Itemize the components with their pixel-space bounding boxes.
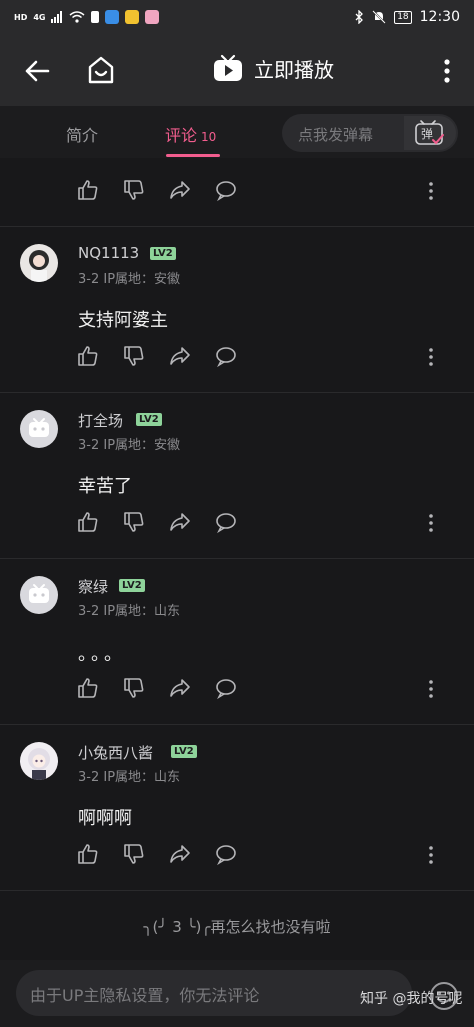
level-badge: LV2 [119,579,145,592]
play-now-label: 立即播放 [254,57,334,82]
reply-bubble-icon[interactable] [214,344,238,368]
comment-actions [76,344,238,368]
share-icon[interactable] [168,510,192,534]
tab-comments-label: 评论 [165,126,198,145]
comment-text: 幸苦了 [78,476,132,497]
level-badge: LV2 [150,247,176,260]
thumbs-up-icon[interactable] [76,178,100,202]
avatar-girl-image [29,250,49,282]
reply-bubble-icon[interactable] [214,510,238,534]
comments-count: 10 [201,130,217,144]
play-now-button[interactable]: 立即播放 [212,52,334,84]
thumbs-up-icon[interactable] [76,510,100,534]
default-tv-avatar-icon [29,418,49,437]
comment-meta: 3-2 IP属地：山东 [78,770,181,785]
bottom-comment-bar: 由于UP主隐私设置，你无法评论 知乎 @我的号呢 [0,960,474,1027]
comment-more-icon[interactable] [424,512,438,534]
level-badge: LV2 [136,413,162,426]
reply-bubble-icon[interactable] [214,842,238,866]
comment-item: 打全场 LV2 3-2 IP属地：安徽 幸苦了 [0,392,474,559]
share-icon[interactable] [168,178,192,202]
danmaku-placeholder: 点我发弹幕 [298,126,374,144]
active-tab-indicator [166,154,220,157]
comment-meta: 3-2 IP属地：安徽 [78,272,181,287]
end-of-list-text: ╮(╯ 3 ╰)╭再怎么找也没有啦 [143,918,331,936]
avatar[interactable] [20,742,58,780]
top-nav-bar: 立即播放 [0,34,474,106]
danmaku-button-text: 弹 [421,127,434,141]
comment-input-disabled[interactable]: 由于UP主隐私设置，你无法评论 [16,970,412,1016]
hd-indicator: HD [14,12,28,22]
tab-intro[interactable]: 简介 [66,122,98,146]
share-icon[interactable] [168,842,192,866]
home-icon[interactable] [86,54,116,86]
comment-list[interactable]: NQ1113 LV2 3-2 IP属地：安徽 支持阿婆主 打全场 LV2 3-2… [0,158,474,960]
bluetooth-icon [355,10,364,24]
thumbs-up-icon[interactable] [76,344,100,368]
comment-text: 支持阿婆主 [78,310,168,331]
reply-bubble-icon[interactable] [214,676,238,700]
signal-icon [51,11,63,23]
comment-actions [76,178,238,202]
more-vertical-icon[interactable] [436,56,458,86]
comment-more-icon[interactable] [424,180,438,202]
reply-bubble-icon[interactable] [214,178,238,202]
comment-actions [76,676,238,700]
wifi-icon [69,11,85,23]
comment-item: 察绿 LV2 3-2 IP属地：山东 。。。 [0,558,474,725]
thumbs-up-icon[interactable] [76,842,100,866]
status-time: 12:30 [419,9,460,25]
tab-comments[interactable]: 评论 10 [165,122,216,146]
comment-meta: 3-2 IP属地：安徽 [78,438,181,453]
mute-bell-icon [372,10,386,24]
share-icon[interactable] [168,344,192,368]
share-icon[interactable] [168,676,192,700]
comment-actions [76,842,238,866]
comment-username[interactable]: 打全场 [78,410,123,431]
back-arrow-icon[interactable] [22,56,52,86]
comment-text: 啊啊啊 [78,808,132,829]
default-tv-avatar-icon [29,584,49,603]
avatar[interactable] [20,410,58,448]
sim-icon [91,11,100,23]
comment-more-icon[interactable] [424,346,438,368]
level-badge: LV2 [171,745,197,758]
comment-text: 。。。 [78,644,126,665]
tv-play-icon [214,54,242,81]
avatar[interactable] [20,244,58,282]
status-bar: HD 4G 18 12:30 [0,0,474,34]
comment-more-icon[interactable] [424,678,438,700]
thumbs-down-icon[interactable] [122,676,146,700]
thumbs-up-icon[interactable] [76,676,100,700]
app-notification-icon-pink [145,10,160,24]
app-notification-icon-yellow [125,10,140,24]
comment-item: NQ1113 LV2 3-2 IP属地：安徽 支持阿婆主 [0,226,474,393]
battery-level: 18 [394,10,412,24]
network-type: 4G [33,12,46,22]
comment-actions [76,510,238,534]
comment-item: 小兔西八酱 LV2 3-2 IP属地：山东 啊啊啊 [0,724,474,891]
comment-more-icon[interactable] [424,844,438,866]
comment-meta: 3-2 IP属地：山东 [78,604,181,619]
thumbs-down-icon[interactable] [122,510,146,534]
comment-username[interactable]: 小兔西八酱 [78,742,153,763]
status-right: 18 12:30 [354,9,460,25]
danmaku-toggle-button[interactable]: 弹 [404,116,456,150]
avatar-anime-girl-image [28,748,50,780]
zhihu-watermark: 知乎 @我的号呢 [360,991,463,1007]
app-notification-icon-blue [105,10,120,24]
thumbs-down-icon[interactable] [122,178,146,202]
comment-item-partial [0,158,474,227]
comment-username[interactable]: NQ1113 [78,244,139,262]
thumbs-down-icon[interactable] [122,842,146,866]
avatar[interactable] [20,576,58,614]
danmaku-input[interactable]: 点我发弹幕 弹 [282,114,458,152]
tab-bar: 简介 评论 10 点我发弹幕 弹 [0,106,474,158]
thumbs-down-icon[interactable] [122,344,146,368]
comment-username[interactable]: 察绿 [78,576,108,597]
status-left: HD 4G [14,10,160,24]
